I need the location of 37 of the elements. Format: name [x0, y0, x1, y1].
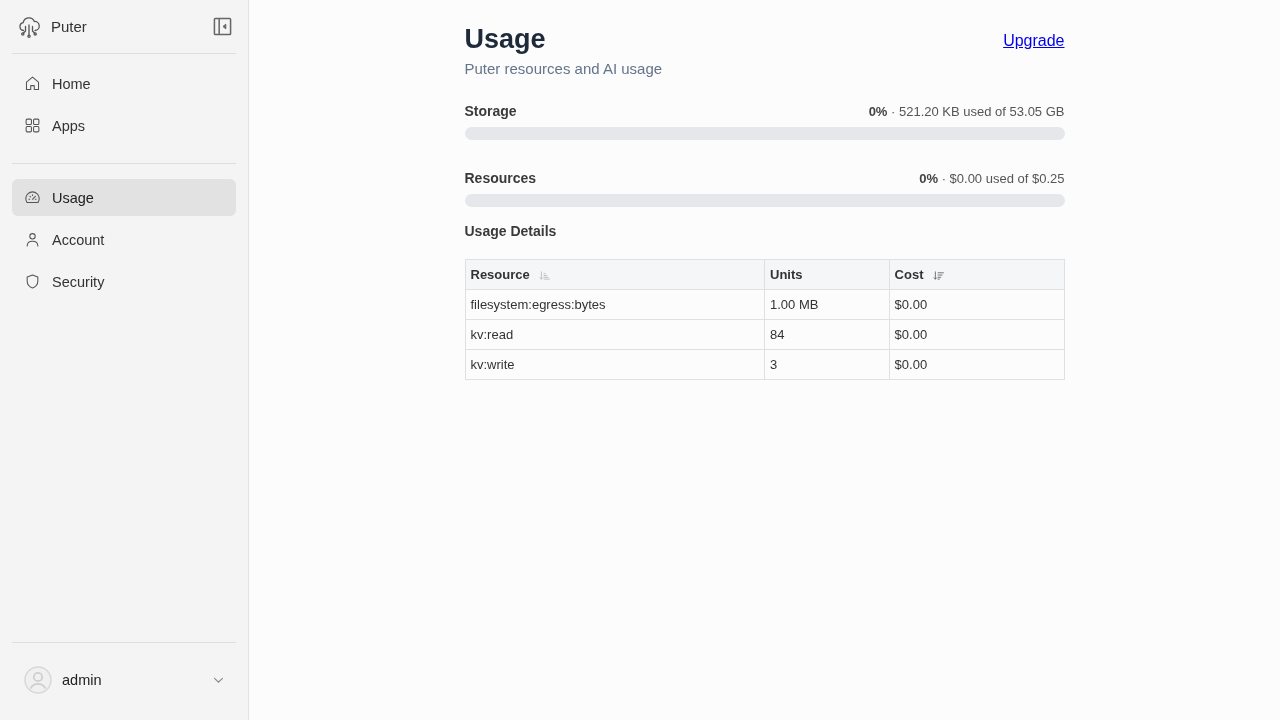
chevron-down-icon	[213, 676, 224, 684]
table-cell: filesystem:egress:bytes	[465, 289, 765, 320]
shield-icon	[24, 273, 41, 290]
meter-reading: 0% · $0.00 used of $0.25	[919, 171, 1065, 186]
table-cell: kv:write	[465, 349, 765, 380]
page-subtitle: Puter resources and AI usage	[464, 59, 663, 79]
section-heading: Usage Details	[464, 223, 558, 239]
home-icon	[24, 75, 41, 92]
table-cell: 84	[764, 319, 890, 350]
table-cell: 1.00 MB	[764, 289, 890, 320]
cloud-network-icon	[17, 14, 41, 39]
person-icon	[24, 231, 41, 248]
page-title: Usage	[464, 24, 547, 54]
panel-collapse-icon	[212, 17, 232, 36]
brand-name: Puter	[51, 18, 87, 35]
table-cell: $0.00	[889, 319, 1064, 350]
gauge-icon	[24, 189, 41, 206]
meter-label: Resources	[464, 170, 537, 186]
table-cell: 3	[764, 349, 890, 380]
user-menu-button[interactable]: admin	[12, 662, 236, 698]
column-header[interactable]: Resource	[465, 259, 765, 290]
column-header[interactable]: Cost	[889, 259, 1064, 290]
column-header: Units	[764, 259, 890, 290]
avatar-icon	[24, 666, 52, 694]
sidebar-toggle-button[interactable]	[212, 16, 232, 37]
table-cell: $0.00	[889, 349, 1064, 380]
nav-item[interactable]: Security	[12, 263, 236, 300]
meter-label: Storage	[464, 103, 517, 119]
upgrade-link[interactable]: Upgrade	[1003, 32, 1065, 50]
grid-icon	[24, 117, 41, 134]
nav-item[interactable]: Usage	[12, 179, 236, 216]
nav-item[interactable]: Apps	[12, 107, 236, 144]
nav-item[interactable]: Account	[12, 221, 236, 258]
table-cell: $0.00	[889, 289, 1064, 320]
table-cell: kv:read	[465, 319, 765, 350]
meter-reading: 0% · 521.20 KB used of 53.05 GB	[868, 104, 1065, 119]
nav-item[interactable]: Home	[12, 65, 236, 102]
